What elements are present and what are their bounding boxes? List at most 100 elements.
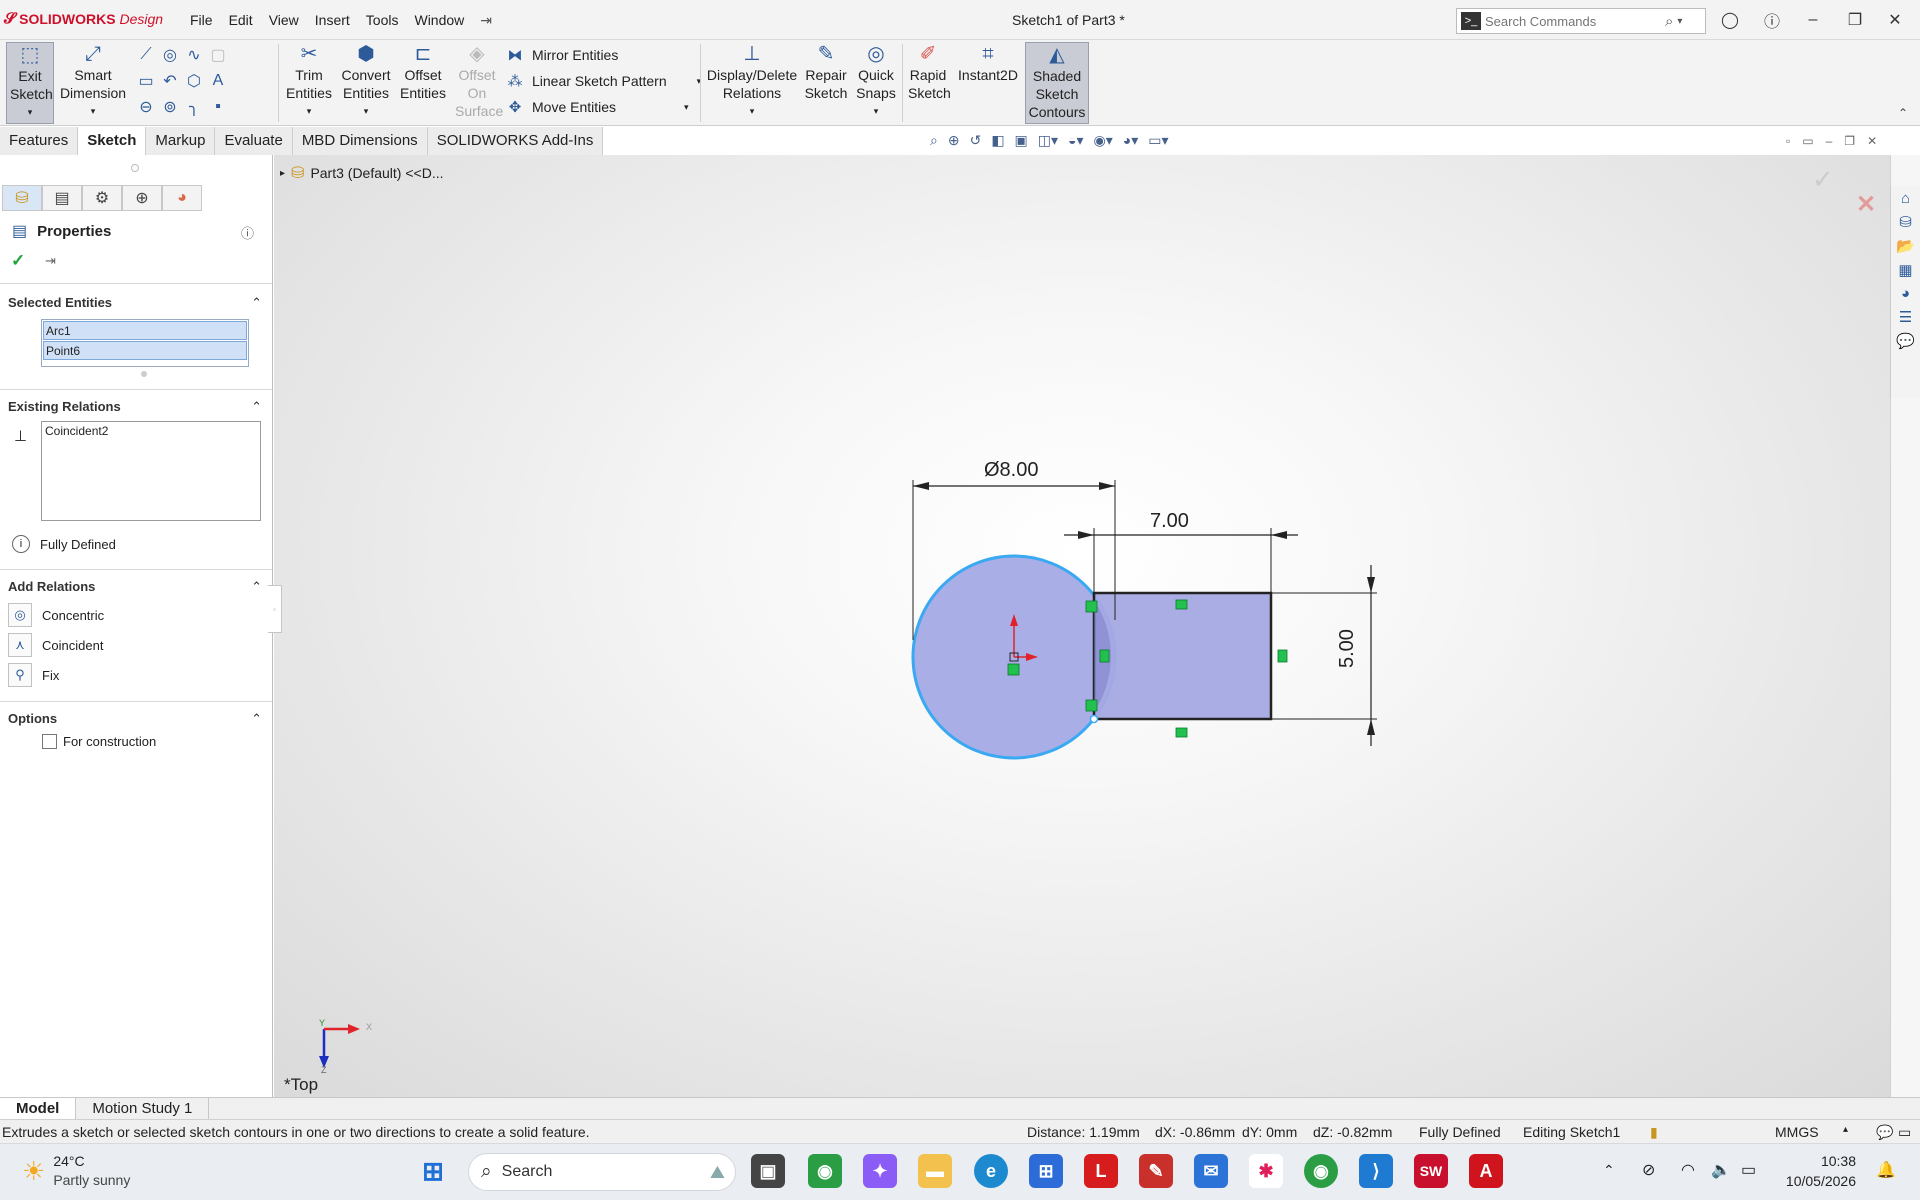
dimension-height[interactable]: 5.00 <box>1336 629 1359 668</box>
edge-icon[interactable]: e <box>974 1154 1008 1188</box>
vertical-relation-icon[interactable] <box>1099 649 1110 663</box>
horizontal-relation-icon[interactable] <box>1175 599 1188 610</box>
chrome-icon[interactable]: ◉ <box>808 1154 842 1188</box>
status-dy: dY: 0mm <box>1242 1124 1298 1140</box>
collapse-icon[interactable]: ⌃ <box>251 711 262 727</box>
panel-splitter-handle[interactable] <box>131 164 139 172</box>
for-construction-option[interactable]: For construction <box>42 734 156 749</box>
list-item[interactable]: Coincident2 <box>42 422 260 441</box>
point6[interactable] <box>1089 714 1099 724</box>
selected-entities-list[interactable]: Arc1 Point6 <box>41 319 249 367</box>
status-defined: Fully Defined <box>1419 1124 1501 1140</box>
property-manager-tab-icon[interactable]: ▤ <box>42 185 82 211</box>
list-item[interactable]: Arc1 <box>43 321 247 340</box>
pushpin-icon[interactable]: ⇥ <box>45 253 56 269</box>
status-distance: Distance: 1.19mm <box>1027 1124 1140 1140</box>
l-app-icon[interactable]: L <box>1084 1154 1118 1188</box>
coincident-icon: ⋏ <box>8 633 32 657</box>
status-editing: Editing Sketch1 <box>1523 1124 1621 1140</box>
concentric-icon: ◎ <box>8 603 32 627</box>
clock-date: 10/05/2026 <box>1785 1173 1856 1189</box>
status-bar: Extrudes a sketch or selected sketch con… <box>0 1119 1920 1143</box>
panel-collapse-handle[interactable]: ◦ <box>268 585 282 633</box>
status-units[interactable]: MMGS <box>1775 1124 1819 1140</box>
vscode-icon[interactable]: ⟩ <box>1359 1154 1393 1188</box>
rebuild-icon[interactable]: ▮ <box>1650 1124 1658 1141</box>
list-item[interactable]: Point6 <box>43 341 247 360</box>
wifi-icon[interactable]: ◠ <box>1681 1160 1695 1180</box>
volume-icon[interactable]: 🔈 <box>1711 1160 1731 1180</box>
weather-widget[interactable]: ☀ 24°C Partly sunny <box>22 1152 130 1190</box>
triad-z-label: Y <box>319 1018 325 1028</box>
coincident-relation-icon[interactable] <box>1007 663 1020 676</box>
solidworks-taskbar-icon[interactable]: SW <box>1414 1154 1448 1188</box>
copilot-icon[interactable]: ✦ <box>863 1154 897 1188</box>
notifications-icon[interactable]: 🔔 <box>1876 1160 1896 1180</box>
show-hidden-icons[interactable]: ⌃ <box>1603 1162 1615 1179</box>
dimension-width[interactable]: 7.00 <box>1150 510 1189 533</box>
add-relation-fix[interactable]: ⚲ Fix <box>8 663 59 687</box>
coincident-relation-icon[interactable] <box>1085 600 1098 613</box>
existing-relations-section[interactable]: Existing Relations ⌃ <box>0 399 272 414</box>
list-resize-handle[interactable] <box>141 371 147 377</box>
arrow-icon <box>1367 719 1375 735</box>
status-hint: Extrudes a sketch or selected sketch con… <box>2 1124 590 1140</box>
arrow-icon <box>1078 531 1094 539</box>
view-orientation-label: *Top <box>284 1075 319 1094</box>
windows-taskbar: ☀ 24°C Partly sunny ⊞ ⌕ Search ⛰ ▣ ◉ ✦ ▬… <box>0 1143 1920 1200</box>
add-relation-coincident[interactable]: ⋏ Coincident <box>8 633 103 657</box>
add-relations-section[interactable]: Add Relations ⌃ <box>0 579 272 594</box>
windows-start-icon[interactable]: ⊞ <box>416 1154 450 1188</box>
triad-y-label: Z <box>321 1065 327 1075</box>
for-construction-checkbox[interactable] <box>42 734 57 749</box>
fix-icon: ⚲ <box>8 663 32 687</box>
bottom-tabs: Model Motion Study 1 <box>0 1097 1920 1119</box>
options-section[interactable]: Options ⌃ <box>0 711 272 726</box>
arrow-icon <box>913 482 929 490</box>
weather-sun-icon: ☀ <box>22 1155 46 1186</box>
task-view-icon[interactable]: ▣ <box>751 1154 785 1188</box>
collapse-icon[interactable]: ⌃ <box>251 579 262 595</box>
battery-icon[interactable]: ▭ <box>1741 1160 1756 1180</box>
sketch-canvas: X Y Z <box>319 480 1377 1075</box>
store-icon[interactable]: ⊞ <box>1029 1154 1063 1188</box>
status-dz: dZ: -0.82mm <box>1313 1124 1393 1140</box>
vertical-relation-icon[interactable] <box>1277 649 1288 663</box>
sketch-status: i Fully Defined <box>12 535 116 553</box>
taskbar-search[interactable]: ⌕ Search ⛰ <box>468 1153 736 1191</box>
units-dropdown-icon[interactable]: ▴ <box>1843 1124 1848 1135</box>
comments-icon[interactable]: 💬 <box>1876 1124 1893 1141</box>
dimxpert-tab-icon[interactable]: ⊕ <box>122 185 162 211</box>
outlook-icon[interactable]: ✉ <box>1194 1154 1228 1188</box>
clock[interactable]: 10:38 10/05/2026 <box>1772 1151 1856 1191</box>
status-dx: dX: -0.86mm <box>1155 1124 1236 1140</box>
configuration-manager-tab-icon[interactable]: ⚙ <box>82 185 122 211</box>
display-manager-tab-icon[interactable]: ◕ <box>162 185 202 211</box>
chrome-profile-icon[interactable]: ◉ <box>1304 1154 1338 1188</box>
collapse-icon[interactable]: ⌃ <box>251 399 262 415</box>
horizontal-relation-icon[interactable] <box>1175 727 1188 738</box>
slack-icon[interactable]: ✱ <box>1249 1154 1283 1188</box>
add-relation-concentric[interactable]: ◎ Concentric <box>8 603 104 627</box>
tab-motion-study-1[interactable]: Motion Study 1 <box>76 1098 210 1119</box>
pdf-app-icon[interactable]: ✎ <box>1139 1154 1173 1188</box>
clock-time: 10:38 <box>1820 1153 1856 1169</box>
tab-model[interactable]: Model <box>0 1098 77 1119</box>
existing-relations-list[interactable]: Coincident2 <box>41 421 261 521</box>
sketch-rectangle[interactable] <box>1092 591 1273 721</box>
dimension-diameter[interactable]: Ø8.00 <box>984 459 1038 482</box>
weather-temp: 24°C <box>53 1153 85 1169</box>
panel-title: Properties <box>37 222 112 240</box>
ok-check-icon[interactable]: ✓ <box>11 251 25 271</box>
status-bar-toggle-icon[interactable]: ▭ <box>1898 1124 1911 1141</box>
search-icon: ⌕ <box>481 1161 492 1182</box>
selected-entities-section[interactable]: Selected Entities ⌃ <box>0 295 272 310</box>
help-icon[interactable]: ⓘ <box>241 223 254 242</box>
properties-icon: ▤ <box>12 223 28 240</box>
feature-manager-tab-icon[interactable]: ⛁ <box>2 185 42 211</box>
coincident-relation-icon[interactable] <box>1085 699 1098 712</box>
file-explorer-icon[interactable]: ▬ <box>918 1154 952 1188</box>
acrobat-icon[interactable]: A <box>1469 1154 1503 1188</box>
collapse-icon[interactable]: ⌃ <box>251 295 262 311</box>
notification-off-icon[interactable]: ⊘ <box>1642 1160 1655 1180</box>
